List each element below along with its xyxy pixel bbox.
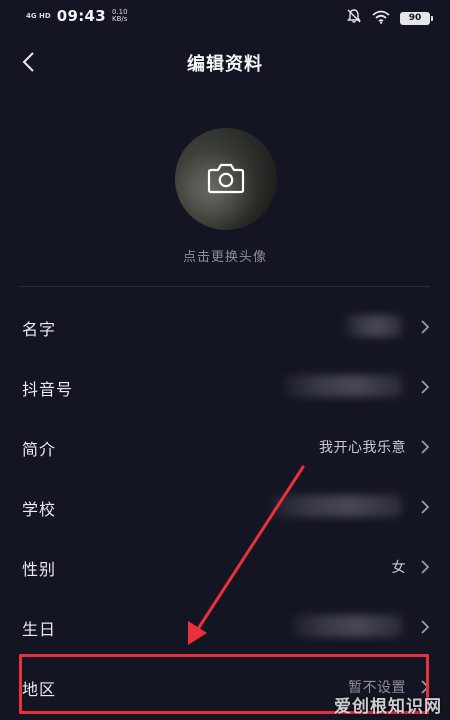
field-label: 名字: [22, 320, 57, 339]
field-row-douyin-id[interactable]: 抖音号: [0, 357, 450, 417]
status-bar: 4G HD 09:43 0.10 KB/s 90: [0, 0, 450, 34]
bell-off-icon: [346, 8, 362, 28]
nav-bar: 编辑资料: [0, 34, 450, 90]
field-label: 性别: [22, 560, 57, 579]
chevron-right-icon: [421, 380, 430, 394]
field-label: 简介: [22, 440, 57, 459]
avatar[interactable]: [175, 128, 277, 230]
chevron-right-icon: [421, 620, 430, 634]
field-value: 女: [391, 560, 406, 576]
field-row-school[interactable]: 学校: [0, 477, 450, 537]
profile-field-list: 名字 抖音号 简介 我开心我乐意 学校 性别 女 生日 地区 暂不设置: [0, 297, 450, 717]
blurred-value: [284, 375, 402, 397]
chevron-right-icon: [421, 320, 430, 334]
field-label: 生日: [22, 620, 57, 639]
chevron-right-icon: [421, 500, 430, 514]
field-value: 我开心我乐意: [319, 440, 406, 456]
field-label: 学校: [22, 500, 57, 519]
page-title: 编辑资料: [187, 54, 263, 75]
field-row-birthday[interactable]: 生日: [0, 597, 450, 657]
chevron-right-icon: [421, 440, 430, 454]
net-speed-unit: KB/s: [111, 15, 128, 23]
avatar-section: 点击更换头像: [0, 90, 450, 286]
blurred-value: [344, 315, 402, 337]
field-label: 抖音号: [22, 380, 74, 399]
field-row-gender[interactable]: 性别 女: [0, 537, 450, 597]
divider: [20, 286, 430, 287]
blurred-value: [270, 495, 402, 517]
field-row-name[interactable]: 名字: [0, 297, 450, 357]
net-speed: 0.10 KB/s: [112, 9, 128, 23]
change-avatar-link[interactable]: 点击更换头像: [0, 246, 450, 265]
battery-icon: 90: [400, 11, 433, 25]
network-type: 4G HD: [26, 12, 51, 20]
status-time: 09:43: [56, 7, 106, 25]
watermark: 爱创根知识网: [334, 697, 442, 717]
chevron-right-icon: [421, 560, 430, 574]
field-row-bio[interactable]: 简介 我开心我乐意: [0, 417, 450, 477]
wifi-icon: [372, 9, 390, 28]
camera-icon: [207, 163, 245, 194]
status-left: 4G HD 09:43 0.10 KB/s: [26, 7, 128, 25]
status-right: 90: [336, 8, 433, 28]
blurred-value: [292, 615, 402, 637]
field-label: 地区: [22, 680, 57, 699]
